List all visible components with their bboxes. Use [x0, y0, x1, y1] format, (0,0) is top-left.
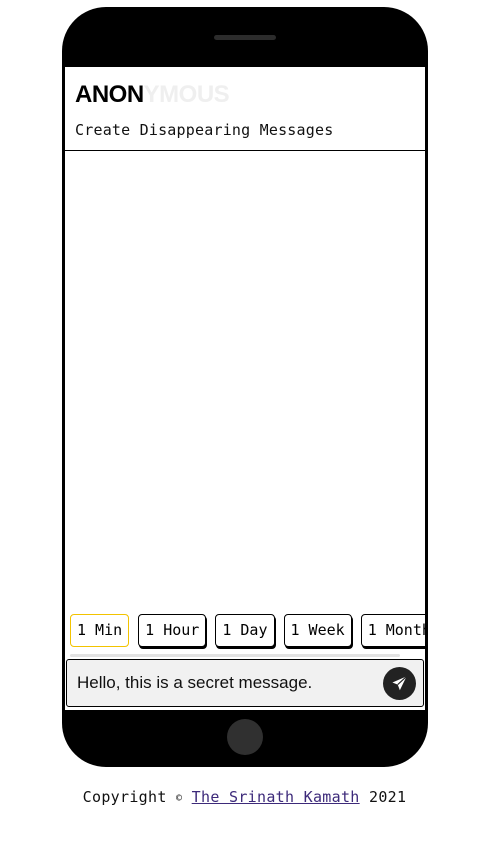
- logo-text-faint: YMOUS: [143, 81, 230, 108]
- send-button[interactable]: [383, 667, 416, 700]
- copyright-symbol: ©: [176, 793, 183, 804]
- paper-plane-icon: [392, 675, 407, 691]
- phone-home-button: [227, 719, 263, 755]
- page-subtitle: Create Disappearing Messages: [75, 121, 334, 139]
- message-input[interactable]: [77, 660, 377, 706]
- phone-frame: ANONYMOUS Create Disappearing Messages 1…: [62, 7, 428, 767]
- duration-1-week-button[interactable]: 1 Week: [283, 614, 352, 647]
- header-divider: [65, 150, 425, 151]
- app-logo: ANONYMOUS: [75, 81, 230, 109]
- duration-1-min-button[interactable]: 1 Min: [70, 614, 130, 647]
- footer-copyright-text: Copyright: [82, 788, 167, 806]
- duration-1-day-button[interactable]: 1 Day: [215, 614, 275, 647]
- duration-options: 1 Min 1 Hour 1 Day 1 Week 1 Month: [70, 614, 425, 647]
- logo-text-dark: ANON: [75, 81, 144, 108]
- app-screen: ANONYMOUS Create Disappearing Messages 1…: [65, 67, 425, 710]
- footer: Copyright © The Srinath Kamath 2021: [0, 788, 489, 806]
- duration-1-hour-button[interactable]: 1 Hour: [138, 614, 207, 647]
- phone-speaker: [214, 35, 276, 40]
- duration-1-month-button[interactable]: 1 Month: [360, 614, 425, 647]
- footer-year: 2021: [368, 788, 407, 806]
- duration-scrollbar[interactable]: [70, 654, 400, 657]
- author-link[interactable]: The Srinath Kamath: [192, 788, 360, 806]
- message-composer: [66, 659, 424, 707]
